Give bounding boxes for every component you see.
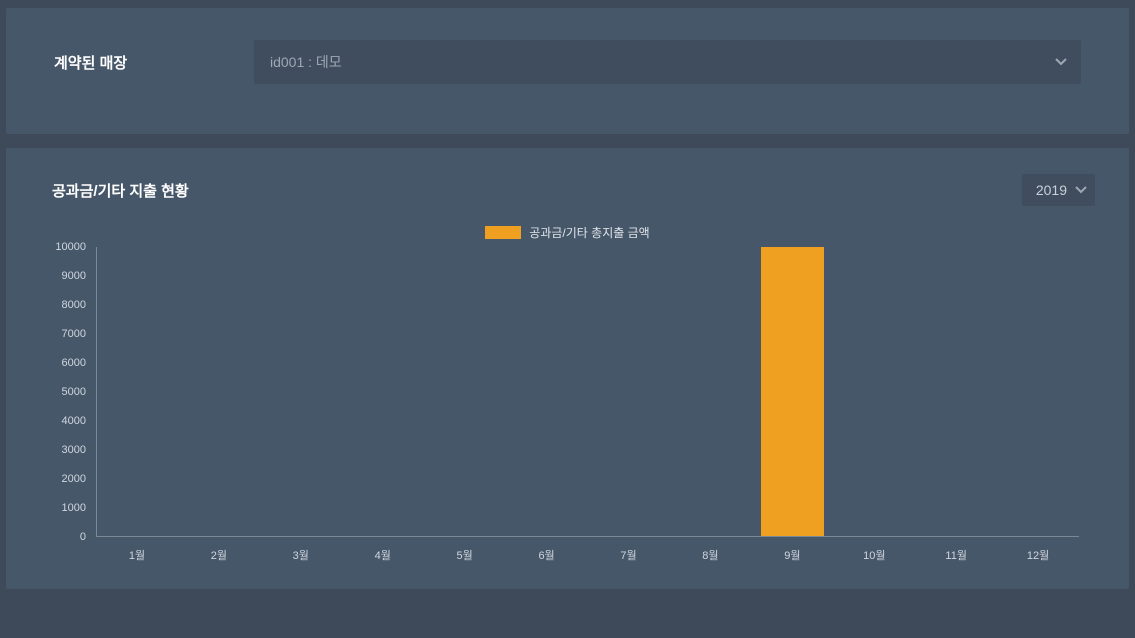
bar-slot — [670, 247, 752, 536]
x-tick: 7월 — [588, 547, 670, 563]
bar-slot — [97, 247, 179, 536]
filter-label: 계약된 매장 — [54, 52, 214, 73]
x-tick: 2월 — [178, 547, 260, 563]
y-tick: 7000 — [36, 328, 86, 340]
x-tick: 6월 — [506, 547, 588, 563]
x-tick: 10월 — [833, 547, 915, 563]
y-tick: 8000 — [36, 299, 86, 311]
filter-panel: 계약된 매장 id001 : 데모 — [6, 8, 1129, 134]
x-tick: 11월 — [915, 547, 997, 563]
y-tick: 6000 — [36, 357, 86, 369]
chart-area: 0100020003000400050006000700080009000100… — [36, 247, 1099, 563]
chart-plot — [96, 247, 1079, 537]
bar-slot — [833, 247, 915, 536]
filter-row: 계약된 매장 id001 : 데모 — [36, 30, 1099, 112]
y-tick: 1000 — [36, 502, 86, 514]
y-tick: 3000 — [36, 444, 86, 456]
bar-slot — [506, 247, 588, 536]
store-select-value: id001 : 데모 — [270, 52, 342, 72]
bar-slot — [997, 247, 1079, 536]
year-select[interactable]: 2019 — [1022, 174, 1095, 206]
chart-header: 공과금/기타 지출 현황 2019 — [36, 174, 1099, 224]
store-select[interactable]: id001 : 데모 — [254, 40, 1081, 84]
bar-slot — [752, 247, 834, 536]
y-tick: 10000 — [36, 241, 86, 253]
bar-slot — [424, 247, 506, 536]
x-tick: 3월 — [260, 547, 342, 563]
x-tick: 4월 — [342, 547, 424, 563]
bar-slot — [915, 247, 997, 536]
year-select-value: 2019 — [1036, 182, 1067, 198]
y-tick: 5000 — [36, 386, 86, 398]
y-tick: 2000 — [36, 473, 86, 485]
chart-bars — [97, 247, 1079, 536]
x-tick: 12월 — [997, 547, 1079, 563]
y-tick: 4000 — [36, 415, 86, 427]
x-tick: 9월 — [751, 547, 833, 563]
chart-legend: 공과금/기타 총지출 금액 — [36, 224, 1099, 241]
x-tick: 8월 — [669, 547, 751, 563]
chart-title: 공과금/기타 지출 현황 — [52, 180, 189, 201]
y-tick: 9000 — [36, 270, 86, 282]
bar-slot — [261, 247, 343, 536]
x-tick: 5월 — [424, 547, 506, 563]
x-tick: 1월 — [96, 547, 178, 563]
chevron-down-icon — [1075, 186, 1085, 194]
x-axis: 1월2월3월4월5월6월7월8월9월10월11월12월 — [96, 547, 1079, 563]
bar-slot — [179, 247, 261, 536]
bar-slot — [342, 247, 424, 536]
legend-swatch — [485, 226, 521, 239]
bar-slot — [588, 247, 670, 536]
chart-bar[interactable] — [761, 247, 823, 536]
legend-label: 공과금/기타 총지출 금액 — [529, 224, 649, 241]
y-axis: 0100020003000400050006000700080009000100… — [36, 247, 92, 537]
y-tick: 0 — [36, 531, 86, 543]
chevron-down-icon — [1055, 58, 1065, 66]
chart-panel: 공과금/기타 지출 현황 2019 공과금/기타 총지출 금액 0 1000 200… — [6, 148, 1129, 589]
